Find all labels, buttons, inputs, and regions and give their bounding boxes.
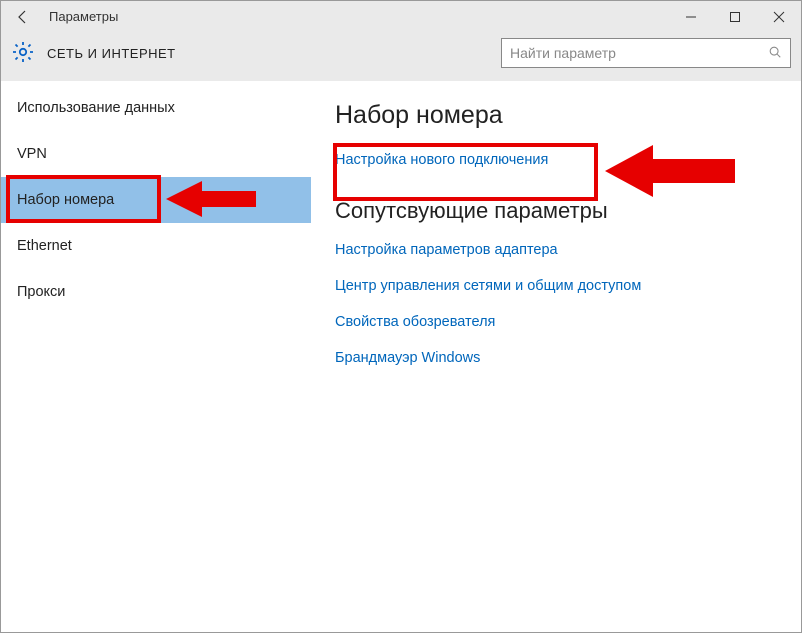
related-heading: Сопутсвующие параметры bbox=[335, 198, 777, 224]
close-button[interactable] bbox=[757, 1, 801, 33]
sidebar: Использование данных VPN Набор номера Et… bbox=[1, 81, 311, 632]
page-header-title: СЕТЬ И ИНТЕРНЕТ bbox=[47, 46, 176, 61]
sidebar-item-dialup[interactable]: Набор номера bbox=[1, 177, 311, 223]
sidebar-item-label: Набор номера bbox=[17, 192, 114, 208]
sidebar-item-ethernet[interactable]: Ethernet bbox=[1, 223, 311, 269]
close-icon bbox=[773, 11, 785, 23]
gear-icon bbox=[11, 40, 35, 67]
sidebar-item-label: VPN bbox=[17, 146, 47, 162]
link-windows-firewall[interactable]: Брандмауэр Windows bbox=[335, 350, 777, 366]
search-box[interactable] bbox=[501, 38, 791, 68]
page-title: Набор номера bbox=[335, 101, 777, 130]
link-network-center[interactable]: Центр управления сетями и общим доступом bbox=[335, 278, 777, 294]
window-title: Параметры bbox=[45, 9, 669, 24]
sidebar-item-label: Ethernet bbox=[17, 238, 72, 254]
sidebar-item-label: Использование данных bbox=[17, 100, 175, 116]
maximize-icon bbox=[729, 11, 741, 23]
sidebar-item-proxy[interactable]: Прокси bbox=[1, 269, 311, 315]
window-controls bbox=[669, 1, 801, 33]
titlebar: Параметры bbox=[1, 1, 801, 33]
minimize-icon bbox=[685, 11, 697, 23]
link-new-connection[interactable]: Настройка нового подключения bbox=[335, 152, 777, 168]
minimize-button[interactable] bbox=[669, 1, 713, 33]
sidebar-item-label: Прокси bbox=[17, 284, 65, 300]
arrow-left-icon bbox=[15, 9, 31, 25]
maximize-button[interactable] bbox=[713, 1, 757, 33]
content: Использование данных VPN Набор номера Et… bbox=[1, 81, 801, 632]
sidebar-item-data-usage[interactable]: Использование данных bbox=[1, 85, 311, 131]
search-icon bbox=[768, 45, 782, 62]
header: СЕТЬ И ИНТЕРНЕТ bbox=[1, 33, 801, 81]
search-input[interactable] bbox=[510, 45, 768, 61]
link-adapter-settings[interactable]: Настройка параметров адаптера bbox=[335, 242, 777, 258]
sidebar-item-vpn[interactable]: VPN bbox=[1, 131, 311, 177]
link-internet-options[interactable]: Свойства обозревателя bbox=[335, 314, 777, 330]
header-left: СЕТЬ И ИНТЕРНЕТ bbox=[11, 40, 176, 67]
back-button[interactable] bbox=[1, 1, 45, 32]
main-pane: Набор номера Настройка нового подключени… bbox=[311, 81, 801, 632]
